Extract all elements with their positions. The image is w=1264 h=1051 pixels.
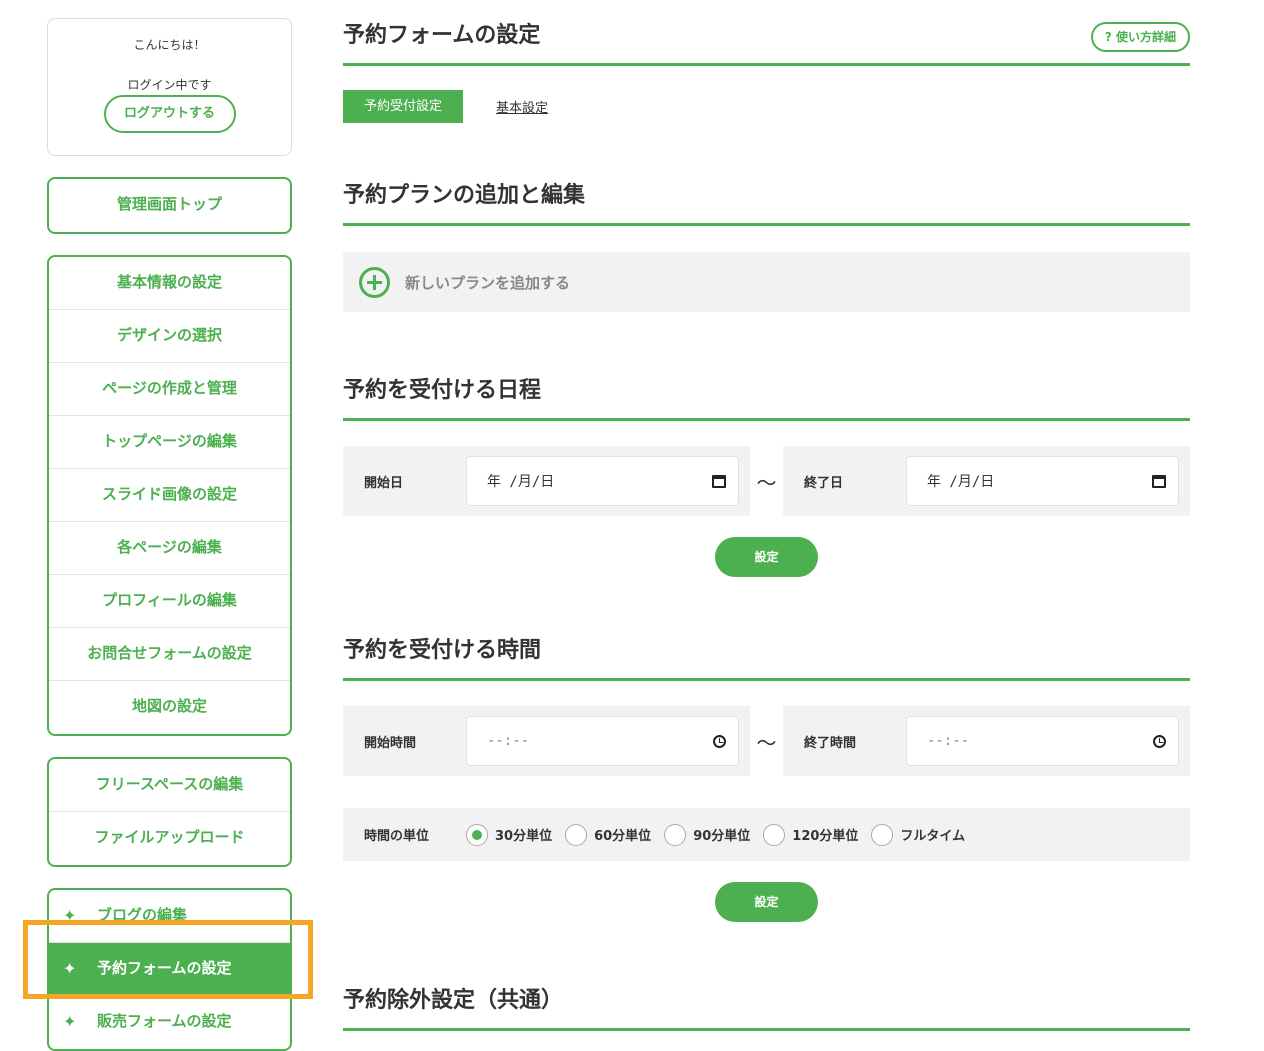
sidebar-item-design[interactable]: デザインの選択 <box>49 310 290 363</box>
time-unit-row: 時間の単位 30分単位 60分単位 90分単位 120分単位 フルタイム <box>343 808 1190 861</box>
page-header: 予約フォームの設定 ? 使い方詳細 <box>343 0 1190 66</box>
plus-circle-icon <box>359 266 390 298</box>
sidebar-item-admin-top[interactable]: 管理画面トップ <box>49 179 290 232</box>
radio-circle[interactable] <box>466 823 488 846</box>
sidebar-item-profile[interactable]: プロフィールの編集 <box>49 575 290 628</box>
menu-group-settings: 基本情報の設定 デザインの選択 ページの作成と管理 トップページの編集 スライド… <box>47 255 292 736</box>
sidebar-item-label: ブログの編集 <box>97 906 188 924</box>
time-unit-label: 時間の単位 <box>364 829 430 844</box>
radio-circle[interactable] <box>664 823 687 846</box>
date-placeholder: 年 /月/日 <box>487 474 555 490</box>
time-placeholder: --:-- <box>487 733 530 749</box>
end-time-box: 終了時間 --:-- <box>783 706 1190 776</box>
menu-group-free: フリースペースの編集 ファイルアップロード <box>47 757 292 867</box>
radio-label: フルタイム <box>900 829 966 844</box>
start-date-input[interactable]: 年 /月/日 <box>466 456 739 506</box>
radio-circle[interactable] <box>871 823 894 846</box>
section-title: 予約を受付ける時間 <box>343 636 1190 681</box>
time-placeholder: --:-- <box>927 733 970 749</box>
end-date-input[interactable]: 年 /月/日 <box>906 456 1179 506</box>
start-time-input[interactable]: --:-- <box>466 716 739 766</box>
sparkle-icon: ✦ <box>63 1012 77 1031</box>
section-title: 予約を受付ける日程 <box>343 376 1190 421</box>
range-tilde: 〜 <box>756 470 777 495</box>
menu-group-top: 管理画面トップ <box>47 177 292 234</box>
radio-label: 60分単位 <box>594 829 652 844</box>
end-time-label: 終了時間 <box>804 735 857 751</box>
sidebar-item-map[interactable]: 地図の設定 <box>49 681 290 734</box>
time-range-row: 開始時間 --:-- 〜 終了時間 --:-- <box>343 706 1190 776</box>
sidebar-item-reservation-form[interactable]: ✦ 予約フォームの設定 <box>49 943 290 996</box>
section-title: 予約除外設定（共通） <box>343 986 1190 1031</box>
start-time-box: 開始時間 --:-- <box>343 706 750 776</box>
sidebar: こんにちは！ ログイン中です ログアウトする 管理画面トップ 基本情報の設定 デ… <box>47 18 292 1051</box>
sidebar-item-free-space[interactable]: フリースペースの編集 <box>49 759 290 812</box>
tab-basic-settings[interactable]: 基本設定 <box>496 97 548 116</box>
plan-section: 予約プランの追加と編集 新しいプランを追加する <box>343 181 1190 312</box>
radio-circle[interactable] <box>763 823 786 846</box>
radio-120min[interactable]: 120分単位 <box>763 823 859 846</box>
sidebar-item-slide-images[interactable]: スライド画像の設定 <box>49 469 290 522</box>
sidebar-item-blog[interactable]: ✦ ブログの編集 <box>49 890 290 943</box>
schedule-section: 予約を受付ける日程 開始日 年 /月/日 〜 終了日 年 /月/日 設定 <box>343 376 1190 577</box>
clock-icon[interactable] <box>713 734 726 748</box>
sidebar-item-label: 販売フォームの設定 <box>97 1012 232 1030</box>
calendar-icon[interactable] <box>712 474 726 488</box>
start-date-box: 開始日 年 /月/日 <box>343 446 750 516</box>
logout-button[interactable]: ログアウトする <box>103 95 236 133</box>
tab-bar: 予約受付設定 基本設定 <box>343 90 1190 123</box>
main-content: 予約フォームの設定 ? 使い方詳細 予約受付設定 基本設定 予約プランの追加と編… <box>343 0 1190 1031</box>
login-status-text: ログイン中です <box>127 78 212 92</box>
help-button[interactable]: ? 使い方詳細 <box>1090 22 1190 52</box>
tab-reception-settings[interactable]: 予約受付設定 <box>343 90 464 123</box>
sparkle-icon: ✦ <box>63 959 77 978</box>
section-title: 予約プランの追加と編集 <box>343 181 1190 226</box>
login-box: こんにちは！ ログイン中です ログアウトする <box>47 18 292 156</box>
sidebar-item-basic-info[interactable]: 基本情報の設定 <box>49 257 290 310</box>
time-set-button[interactable]: 設定 <box>715 882 818 922</box>
exclude-section: 予約除外設定（共通） <box>343 986 1190 1031</box>
add-plan-button[interactable]: 新しいプランを追加する <box>343 252 1190 312</box>
start-date-label: 開始日 <box>364 475 404 491</box>
range-tilde: 〜 <box>756 730 777 755</box>
sidebar-item-top-page[interactable]: トップページの編集 <box>49 416 290 469</box>
time-section: 予約を受付ける時間 開始時間 --:-- 〜 終了時間 --:-- 時間の単位 <box>343 636 1190 922</box>
radio-label: 120分単位 <box>792 829 859 844</box>
radio-60min[interactable]: 60分単位 <box>565 823 652 846</box>
greeting-text: こんにちは！ <box>133 38 206 52</box>
date-range-row: 開始日 年 /月/日 〜 終了日 年 /月/日 <box>343 446 1190 516</box>
sidebar-item-sales-form[interactable]: ✦ 販売フォームの設定 <box>49 996 290 1049</box>
sparkle-icon: ✦ <box>63 906 77 925</box>
radio-30min[interactable]: 30分単位 <box>466 823 553 846</box>
end-date-box: 終了日 年 /月/日 <box>783 446 1190 516</box>
add-plan-label: 新しいプランを追加する <box>405 273 571 292</box>
end-date-label: 終了日 <box>804 475 844 491</box>
sidebar-item-pages[interactable]: ページの作成と管理 <box>49 363 290 416</box>
sidebar-item-contact-form[interactable]: お問合せフォームの設定 <box>49 628 290 681</box>
calendar-icon[interactable] <box>1152 474 1166 488</box>
radio-fulltime[interactable]: フルタイム <box>871 823 966 846</box>
schedule-set-button[interactable]: 設定 <box>715 537 818 577</box>
sidebar-item-label: 予約フォームの設定 <box>97 959 232 977</box>
radio-circle[interactable] <box>565 823 588 846</box>
sidebar-item-file-upload[interactable]: ファイルアップロード <box>49 812 290 865</box>
menu-group-forms: ✦ ブログの編集 ✦ 予約フォームの設定 ✦ 販売フォームの設定 <box>47 888 292 1051</box>
page-title: 予約フォームの設定 <box>343 21 1190 66</box>
sidebar-item-each-page[interactable]: 各ページの編集 <box>49 522 290 575</box>
radio-label: 30分単位 <box>495 829 553 844</box>
radio-label: 90分単位 <box>693 829 751 844</box>
radio-90min[interactable]: 90分単位 <box>664 823 751 846</box>
clock-icon[interactable] <box>1153 734 1166 748</box>
date-placeholder: 年 /月/日 <box>927 474 995 490</box>
end-time-input[interactable]: --:-- <box>906 716 1179 766</box>
start-time-label: 開始時間 <box>364 735 417 751</box>
